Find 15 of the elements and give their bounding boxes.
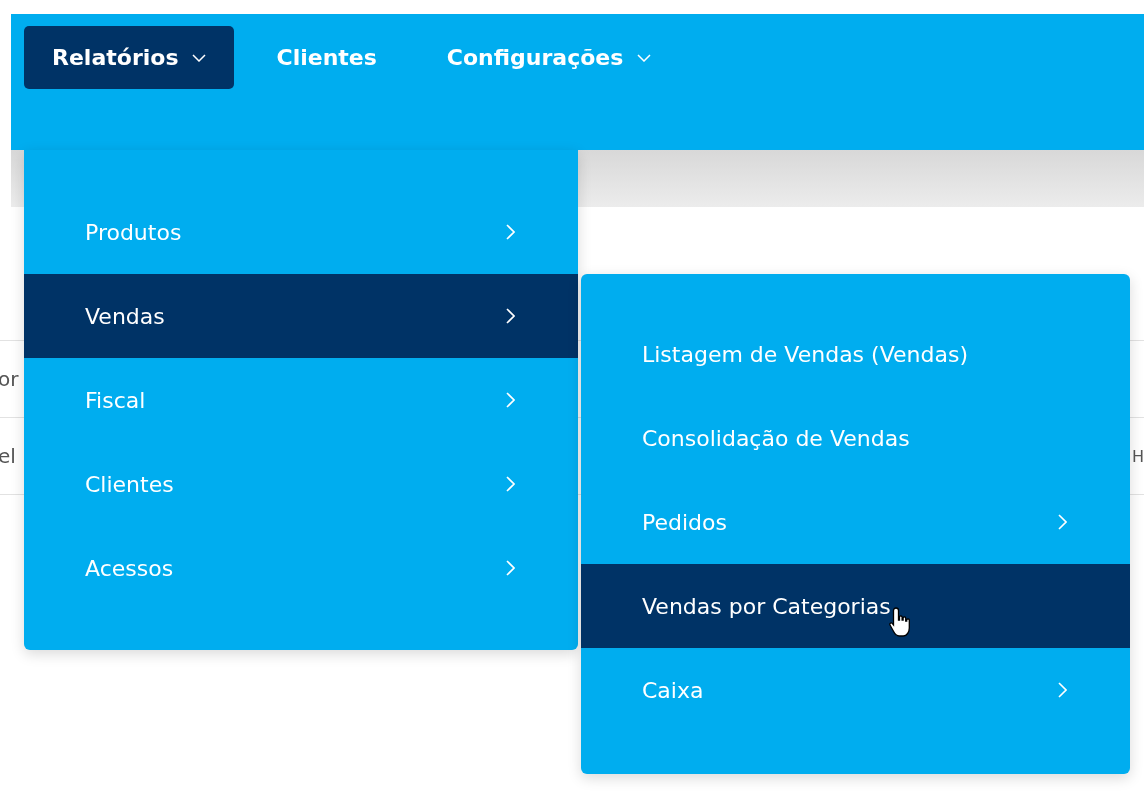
menu-item[interactable]: Listagem de Vendas (Vendas) — [581, 312, 1130, 396]
menu-item[interactable]: Vendas por Categorias — [581, 564, 1130, 648]
nav-menu-item[interactable]: Clientes — [248, 26, 405, 89]
menu-item[interactable]: Clientes — [24, 442, 578, 526]
nav-menu-item[interactable]: Configurações — [418, 26, 680, 89]
menu-item[interactable]: Caixa — [581, 648, 1130, 732]
menu-item[interactable]: Vendas — [24, 274, 578, 358]
hand-cursor-icon — [889, 606, 913, 640]
menu-item[interactable]: Pedidos — [581, 480, 1130, 564]
nav-menu-item[interactable]: Relatórios — [24, 26, 235, 89]
menu-item[interactable]: Produtos — [24, 190, 578, 274]
table-cell: H — [1131, 446, 1144, 466]
menu-item[interactable]: Consolidação de Vendas — [581, 396, 1130, 480]
menu-item[interactable]: Acessos — [24, 526, 578, 610]
menu-item[interactable]: Fiscal — [24, 358, 578, 442]
